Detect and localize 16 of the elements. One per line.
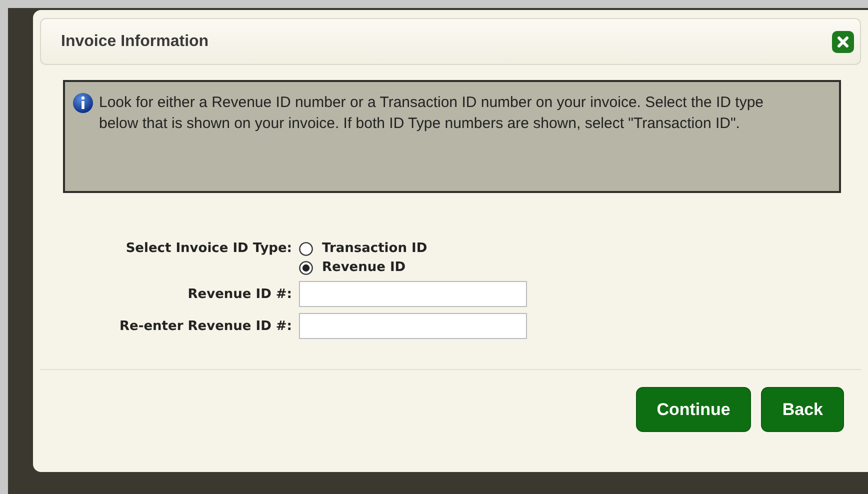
dialog-button[interactable]: Back (761, 387, 844, 432)
info-message: Look for either a Revenue ID number or a Transaction ID number on your invoice. Select the ID type below that is shown on your invoice. If both ID Type numbers are shown, select "Transaction ID". (99, 93, 765, 134)
field-label: Select Invoice ID Type: (126, 241, 292, 256)
radio-option[interactable]: Transaction ID (299, 241, 428, 256)
field-label: Revenue ID #: (188, 286, 292, 302)
dialog-title: Invoice Information (61, 32, 209, 50)
dialog-button[interactable]: Continue (636, 387, 752, 432)
input-field[interactable] (299, 313, 527, 339)
close-button[interactable] (832, 30, 854, 52)
radio-icon (299, 242, 313, 256)
radio-option[interactable]: Revenue ID (299, 260, 406, 275)
radio-icon (299, 260, 313, 274)
info-icon (73, 93, 93, 113)
field-label: Re-enter Revenue ID #: (120, 318, 292, 334)
input-field[interactable] (299, 281, 527, 307)
close-icon (837, 36, 849, 48)
